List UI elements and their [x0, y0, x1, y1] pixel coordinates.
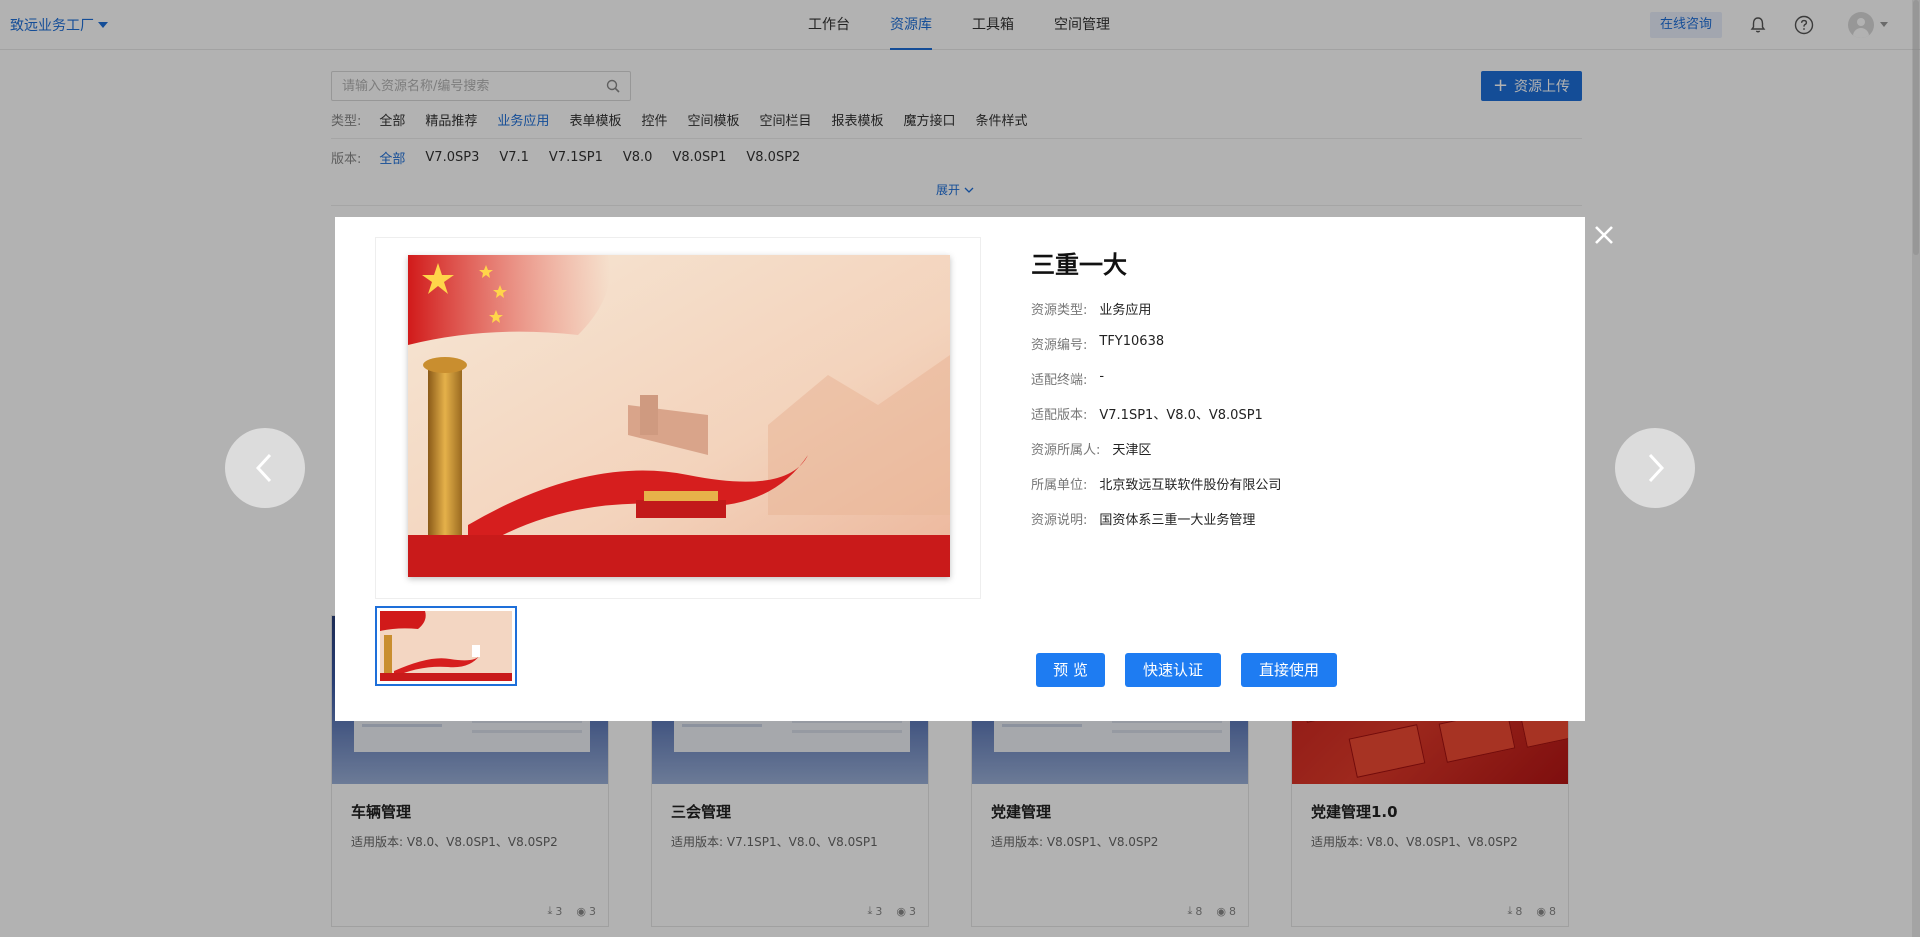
page-scrollbar[interactable]	[1912, 0, 1920, 937]
prev-resource-button[interactable]	[225, 428, 305, 508]
preview-panel	[375, 237, 981, 599]
chevron-left-icon	[255, 453, 272, 483]
attr-resource-type: 资源类型: 业务应用	[1031, 303, 1152, 318]
attr-description: 资源说明: 国资体系三重一大业务管理	[1031, 513, 1256, 528]
attr-resource-id: 资源编号: TFY10638	[1031, 334, 1165, 353]
preview-button[interactable]: 预 览	[1036, 653, 1105, 687]
use-directly-button[interactable]: 直接使用	[1241, 653, 1337, 687]
resource-detail-modal: 三重一大 资源类型: 业务应用 资源编号: TFY10638 适配终端: - 适配版本…	[335, 217, 1585, 721]
quick-auth-button[interactable]: 快速认证	[1125, 653, 1221, 687]
attr-version: 适配版本: V7.1SP1、V8.0、V8.0SP1	[1031, 408, 1263, 423]
resource-title: 三重一大	[1031, 251, 1127, 279]
attr-terminal: 适配终端: -	[1031, 369, 1105, 388]
attr-owner: 资源所属人: 天津区	[1031, 443, 1152, 458]
preview-thumbnail-selected[interactable]	[375, 606, 517, 686]
close-icon[interactable]	[1592, 223, 1616, 247]
next-resource-button[interactable]	[1615, 428, 1695, 508]
resource-preview-image	[408, 255, 950, 577]
attr-organization: 所属单位: 北京致远互联软件股份有限公司	[1031, 478, 1282, 493]
chevron-right-icon	[1648, 453, 1665, 483]
